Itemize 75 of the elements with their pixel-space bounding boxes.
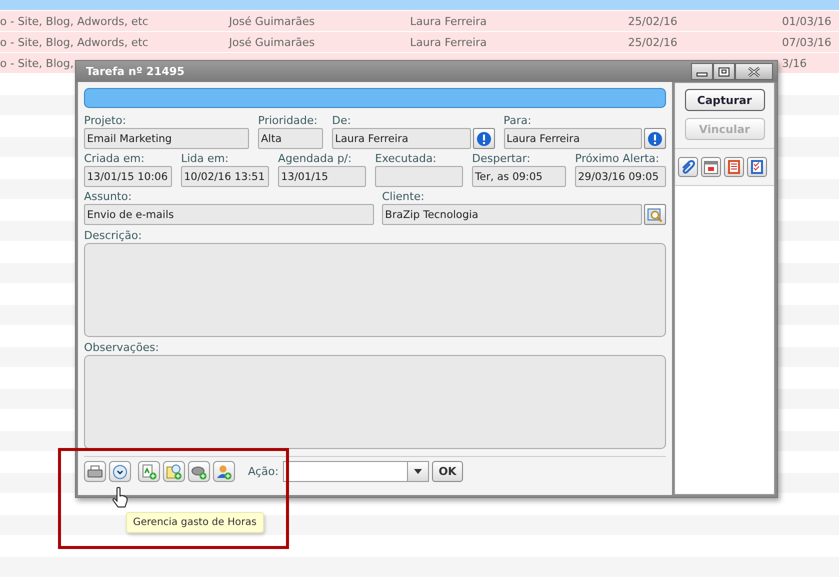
input-field[interactable]: BraZip Tecnologia (382, 204, 642, 225)
add-schedule-button[interactable] (163, 461, 185, 482)
calendar-icon (703, 159, 719, 175)
input-field[interactable]: Laura Ferreira (504, 128, 642, 149)
alert-button[interactable] (472, 128, 494, 149)
printer-button[interactable] (84, 461, 106, 482)
table-cell: José Guimarães (229, 14, 315, 28)
side-button[interactable]: Capturar (684, 89, 764, 111)
minimize-button[interactable] (691, 63, 713, 80)
maximize-button[interactable] (713, 63, 735, 80)
table-cell: 25/02/16 (628, 36, 678, 48)
input-field[interactable]: Ter, as 09:05 (472, 166, 566, 187)
notes-button[interactable] (724, 157, 744, 177)
checklist-icon (749, 159, 765, 175)
add-money-button[interactable] (188, 461, 210, 482)
add-document-icon (141, 464, 157, 480)
table-cell: Laura Ferreira (410, 14, 487, 28)
input-field[interactable]: Envio de e-mails (84, 204, 374, 225)
field-label: Prioridade: (258, 114, 319, 128)
table-cell: 01/03/16 (782, 14, 832, 28)
field-label: Executada: (375, 152, 438, 166)
field-label: Cliente: (382, 190, 426, 204)
add-user-button[interactable] (213, 461, 235, 482)
field-label: Assunto: (84, 190, 133, 204)
input-field[interactable]: Email Marketing (84, 128, 249, 149)
input-field[interactable]: 13/01/15 10:06 (84, 166, 172, 187)
input-field[interactable]: 29/03/16 09:05 (575, 166, 666, 187)
input-field[interactable]: 10/02/16 13:51 (181, 166, 269, 187)
input-field[interactable]: 13/01/15 (278, 166, 366, 187)
search-button[interactable] (644, 204, 666, 225)
field-label: Agendada p/: (278, 152, 353, 166)
field-label: Projeto: (84, 114, 128, 128)
add-document-button[interactable] (138, 461, 160, 482)
close-button[interactable] (735, 63, 773, 80)
field-label: Observações: (84, 341, 160, 355)
add-user-icon (216, 464, 232, 480)
table-row[interactable]: o - Site, Blog, Adwords, etc José Guimarães Laura Ferreira 25/02/16 01/03/16 (0, 11, 839, 32)
table-cell: o - Site, Blog, Adwords, etc (0, 36, 148, 48)
maximize-icon (718, 66, 730, 76)
exclamation-icon (647, 130, 663, 146)
table-cell: Laura Ferreira (410, 36, 487, 48)
tooltip: Gerencia gasto de Horas (126, 512, 264, 533)
input-field[interactable] (375, 166, 463, 187)
table-cell: 07/03/16 (782, 36, 832, 48)
table-cell: 25/02/16 (628, 14, 678, 28)
input-field[interactable]: Alta (258, 128, 323, 149)
field-label: Descrição: (84, 229, 143, 243)
field-label: De: (332, 114, 352, 128)
search-icon (647, 206, 663, 222)
close-icon (747, 66, 761, 76)
window-title: Tarefa nº 21495 (86, 65, 185, 78)
attachment-button[interactable] (678, 157, 698, 177)
table-row[interactable]: o - Site, Blog, Adwords, etc José Guimarães Laura Ferreira 25/02/16 07/03/16 (0, 32, 839, 53)
exclamation-icon (476, 130, 492, 146)
printer-icon (87, 464, 103, 480)
paperclip-icon (680, 159, 696, 175)
action-dropdown[interactable] (282, 461, 429, 482)
action-label: Ação: (248, 465, 279, 478)
table-cell: o - Site, Blog, Adwords, etc (0, 14, 148, 28)
field-label: Lida em: (181, 152, 230, 166)
notepad-icon (726, 159, 742, 175)
field-label: Próximo Alerta: (575, 152, 660, 166)
ok-button[interactable]: OK (432, 461, 464, 482)
input-field[interactable]: Laura Ferreira (332, 128, 470, 149)
table-cell: 3/16 (782, 56, 807, 70)
dropdown-arrow-icon (414, 469, 422, 474)
table-cell: José Guimarães (229, 36, 315, 48)
clock-button[interactable] (109, 461, 131, 482)
calendar-button[interactable] (701, 157, 721, 177)
field-label: Para: (504, 114, 532, 128)
field-label: Despertar: (472, 152, 532, 166)
checklist-button[interactable] (747, 157, 767, 177)
alert-button[interactable] (644, 128, 666, 149)
table-cell: o - Site, Blog, (0, 56, 74, 70)
field-label: Criada em: (84, 152, 146, 166)
